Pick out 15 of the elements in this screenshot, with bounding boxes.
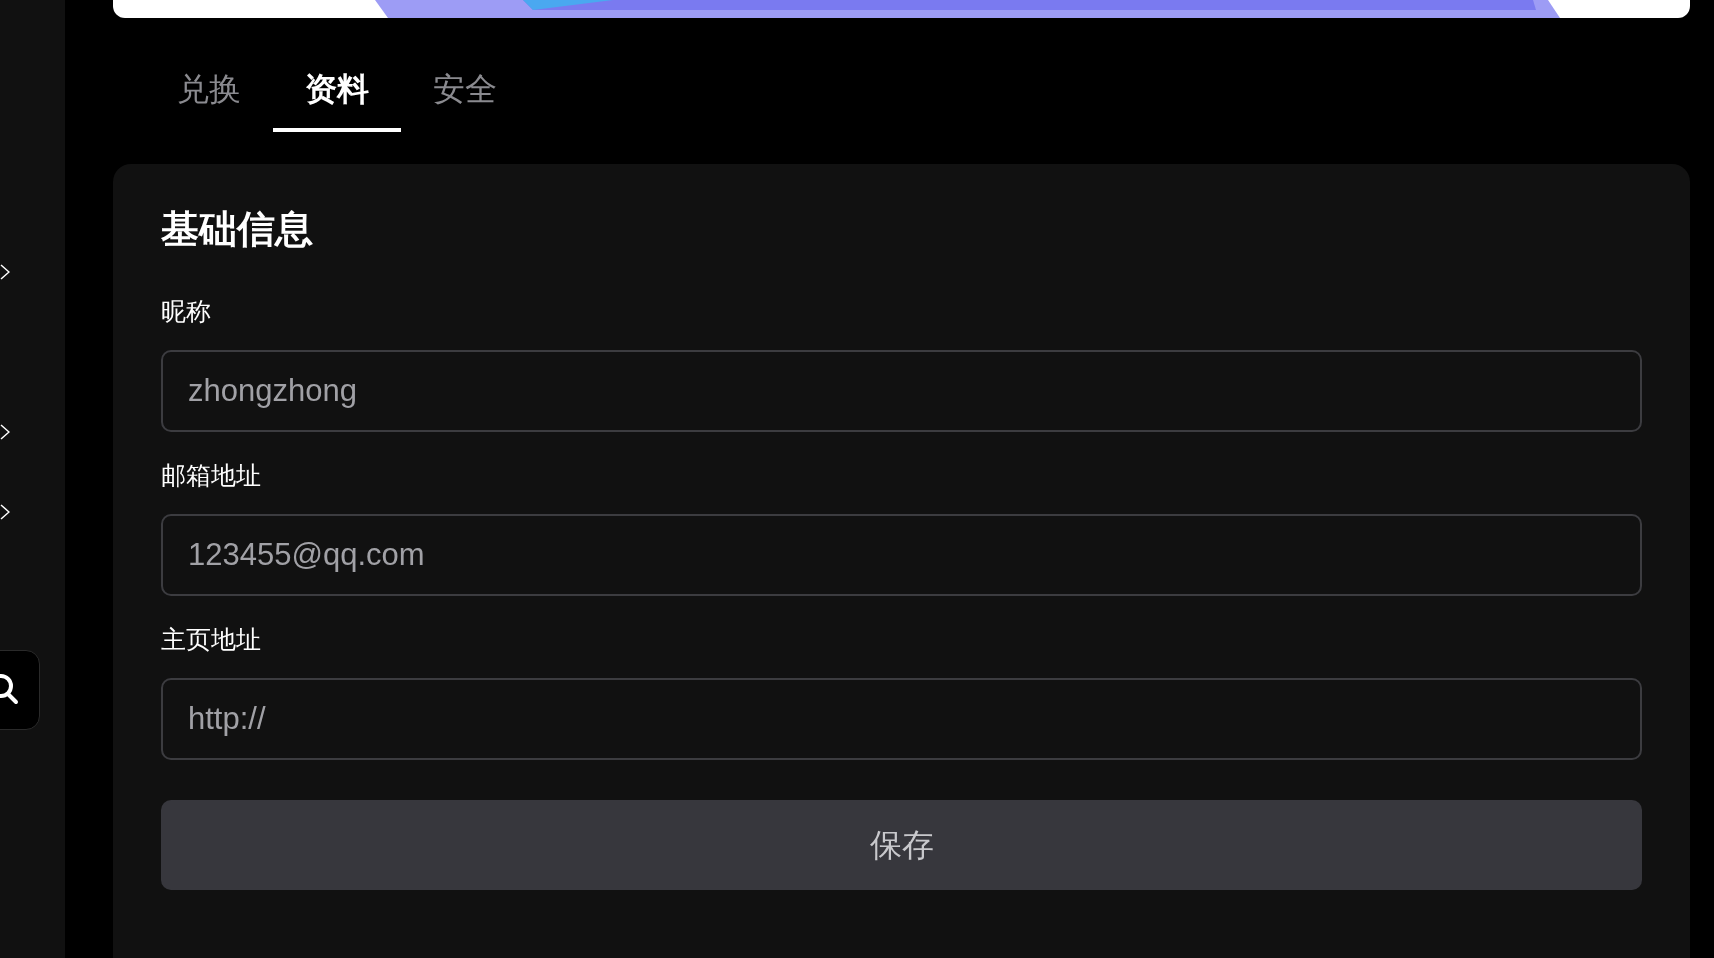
search-icon xyxy=(0,673,21,707)
tab[interactable]: 兑换 xyxy=(145,64,273,132)
chevron-right-icon[interactable] xyxy=(0,262,10,282)
tab[interactable]: 资料 xyxy=(273,64,401,132)
card-title: 基础信息 xyxy=(161,207,314,252)
field-label: 邮箱地址 xyxy=(161,460,262,491)
field-label: 主页地址 xyxy=(161,624,262,655)
save-button[interactable]: 保存 xyxy=(161,800,1642,890)
tab[interactable]: 安全 xyxy=(401,64,529,132)
input-field[interactable]: 123455@qq.com xyxy=(161,514,1642,596)
chevron-right-icon[interactable] xyxy=(0,502,10,522)
input-field[interactable]: http:// xyxy=(161,678,1642,760)
input-field[interactable]: zhongzhong xyxy=(161,350,1642,432)
field-label: 昵称 xyxy=(161,296,212,327)
chevron-right-icon[interactable] xyxy=(0,422,10,442)
